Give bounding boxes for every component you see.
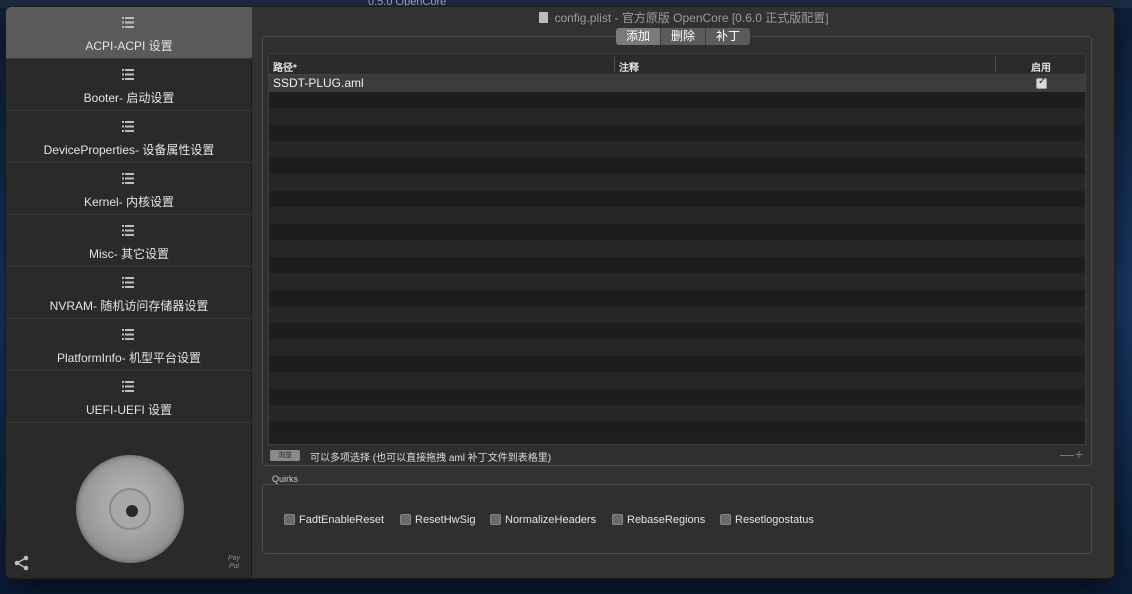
sidebar-item-label: PlatformInfo- 机型平台设置 (56, 351, 202, 365)
document-icon (539, 12, 549, 23)
add-remove-buttons[interactable]: —+ (1060, 446, 1084, 462)
checkbox-box[interactable] (284, 514, 295, 525)
empty-table-row[interactable] (269, 405, 1085, 422)
quirk-label: NormalizeHeaders (505, 514, 597, 526)
empty-table-row[interactable] (269, 141, 1085, 158)
list-icon (122, 225, 134, 236)
column-header-comment[interactable]: 注释 (619, 59, 639, 74)
sidebar-item[interactable]: UEFI-UEFI 设置 (6, 371, 252, 423)
sidebar-item-label: Booter- 启动设置 (83, 91, 175, 105)
paypal-logo[interactable]: Pay Pal (228, 555, 240, 571)
column-header-enabled[interactable]: 启用 (1031, 59, 1051, 74)
table-footer: 浏览 可以多项选择 (也可以直接拖拽 aml 补丁文件到表格里) —+ (268, 446, 1086, 464)
knob-dot (126, 505, 138, 517)
tab-delete[interactable]: 删除 (661, 28, 707, 45)
column-header-path[interactable]: 路径* (273, 59, 297, 74)
multi-select-hint: 可以多项选择 (也可以直接拖拽 aml 补丁文件到表格里) (310, 453, 552, 464)
sidebar-item-label: DeviceProperties- 设备属性设置 (43, 143, 215, 157)
browse-button[interactable]: 浏览 (270, 450, 300, 461)
empty-table-row[interactable] (269, 273, 1085, 290)
tab-patch[interactable]: 补丁 (706, 28, 750, 45)
share-icon[interactable] (14, 555, 30, 571)
empty-table-row[interactable] (269, 108, 1085, 125)
sidebar-item-label: ACPI-ACPI 设置 (85, 39, 173, 53)
table-body: SSDT-PLUG.aml (269, 75, 1085, 438)
empty-table-row[interactable] (269, 240, 1085, 257)
empty-table-row[interactable] (269, 91, 1085, 108)
quirks-title: Quirks (272, 474, 299, 484)
acpi-add-table[interactable]: 路径* 注释 启用 SSDT-PLUG.aml (268, 53, 1086, 445)
sidebar-item-label: UEFI-UEFI 设置 (86, 403, 172, 417)
window-title-text: config.plist - 官方原版 OpenCore [0.6.0 正式版配… (554, 11, 829, 25)
cell-path[interactable]: SSDT-PLUG.aml (273, 76, 364, 90)
quirk-checkbox[interactable]: RebaseRegions (612, 514, 705, 526)
sidebar-item-label: Misc- 其它设置 (89, 247, 169, 261)
empty-table-row[interactable] (269, 289, 1085, 306)
checkbox-box[interactable] (612, 514, 623, 525)
sidebar: ACPI-ACPI 设置 Booter- 启动设置 DeviceProperties… (6, 7, 252, 578)
empty-table-row[interactable] (269, 124, 1085, 141)
sidebar-item-label: Kernel- 内核设置 (83, 195, 175, 209)
sidebar-item-label: NVRAM- 随机访问存储器设置 (49, 299, 209, 313)
tab-add[interactable]: 添加 (616, 28, 662, 45)
sidebar-item[interactable]: Misc- 其它设置 (6, 215, 252, 267)
list-icon (122, 277, 134, 288)
quirk-checkbox[interactable]: NormalizeHeaders (490, 514, 596, 526)
table-header: 路径* 注释 启用 (269, 54, 1085, 75)
window-title: config.plist - 官方原版 OpenCore [0.6.0 正式版配… (252, 7, 1114, 29)
app-logo-knob (76, 455, 184, 563)
empty-table-row[interactable] (269, 256, 1085, 273)
empty-table-row[interactable] (269, 174, 1085, 191)
knob-center (109, 488, 151, 530)
quirk-label: FadtEnableReset (299, 514, 384, 526)
column-divider (614, 57, 615, 72)
table-row[interactable]: SSDT-PLUG.aml (269, 75, 1085, 92)
quirk-label: ResetHwSig (415, 514, 476, 526)
sidebar-item[interactable]: Booter- 启动设置 (6, 59, 252, 111)
sidebar-item[interactable]: PlatformInfo- 机型平台设置 (6, 319, 252, 371)
quirk-label: Resetlogostatus (735, 514, 814, 526)
quirk-label: RebaseRegions (627, 514, 706, 526)
sidebar-item[interactable]: Kernel- 内核设置 (6, 163, 252, 215)
sidebar-item[interactable]: ACPI-ACPI 设置 (6, 7, 252, 59)
enabled-checkbox[interactable] (1036, 76, 1047, 89)
list-icon (122, 17, 134, 28)
list-icon (122, 121, 134, 132)
empty-table-row[interactable] (269, 339, 1085, 356)
quirk-checkbox[interactable]: FadtEnableReset (284, 514, 384, 526)
empty-table-row[interactable] (269, 223, 1085, 240)
empty-table-row[interactable] (269, 207, 1085, 224)
empty-table-row[interactable] (269, 372, 1085, 389)
tab-segmented-control: 添加 删除 补丁 (616, 28, 751, 45)
empty-table-row[interactable] (269, 322, 1085, 339)
quirk-checkbox[interactable]: ResetHwSig (400, 514, 476, 526)
empty-table-row[interactable] (269, 157, 1085, 174)
list-icon (122, 173, 134, 184)
checkbox-box[interactable] (720, 514, 731, 525)
list-icon (122, 329, 134, 340)
checkbox-box[interactable] (400, 514, 411, 525)
empty-table-row[interactable] (269, 355, 1085, 372)
sidebar-item[interactable]: NVRAM- 随机访问存储器设置 (6, 267, 252, 319)
column-divider (995, 57, 996, 72)
empty-table-row[interactable] (269, 421, 1085, 438)
checkbox-box[interactable] (490, 514, 501, 525)
sidebar-item[interactable]: DeviceProperties- 设备属性设置 (6, 111, 252, 163)
list-icon (122, 381, 134, 392)
empty-table-row[interactable] (269, 388, 1085, 405)
empty-table-row[interactable] (269, 190, 1085, 207)
empty-table-row[interactable] (269, 306, 1085, 323)
list-icon (122, 69, 134, 80)
quirk-checkbox[interactable]: Resetlogostatus (720, 514, 814, 526)
